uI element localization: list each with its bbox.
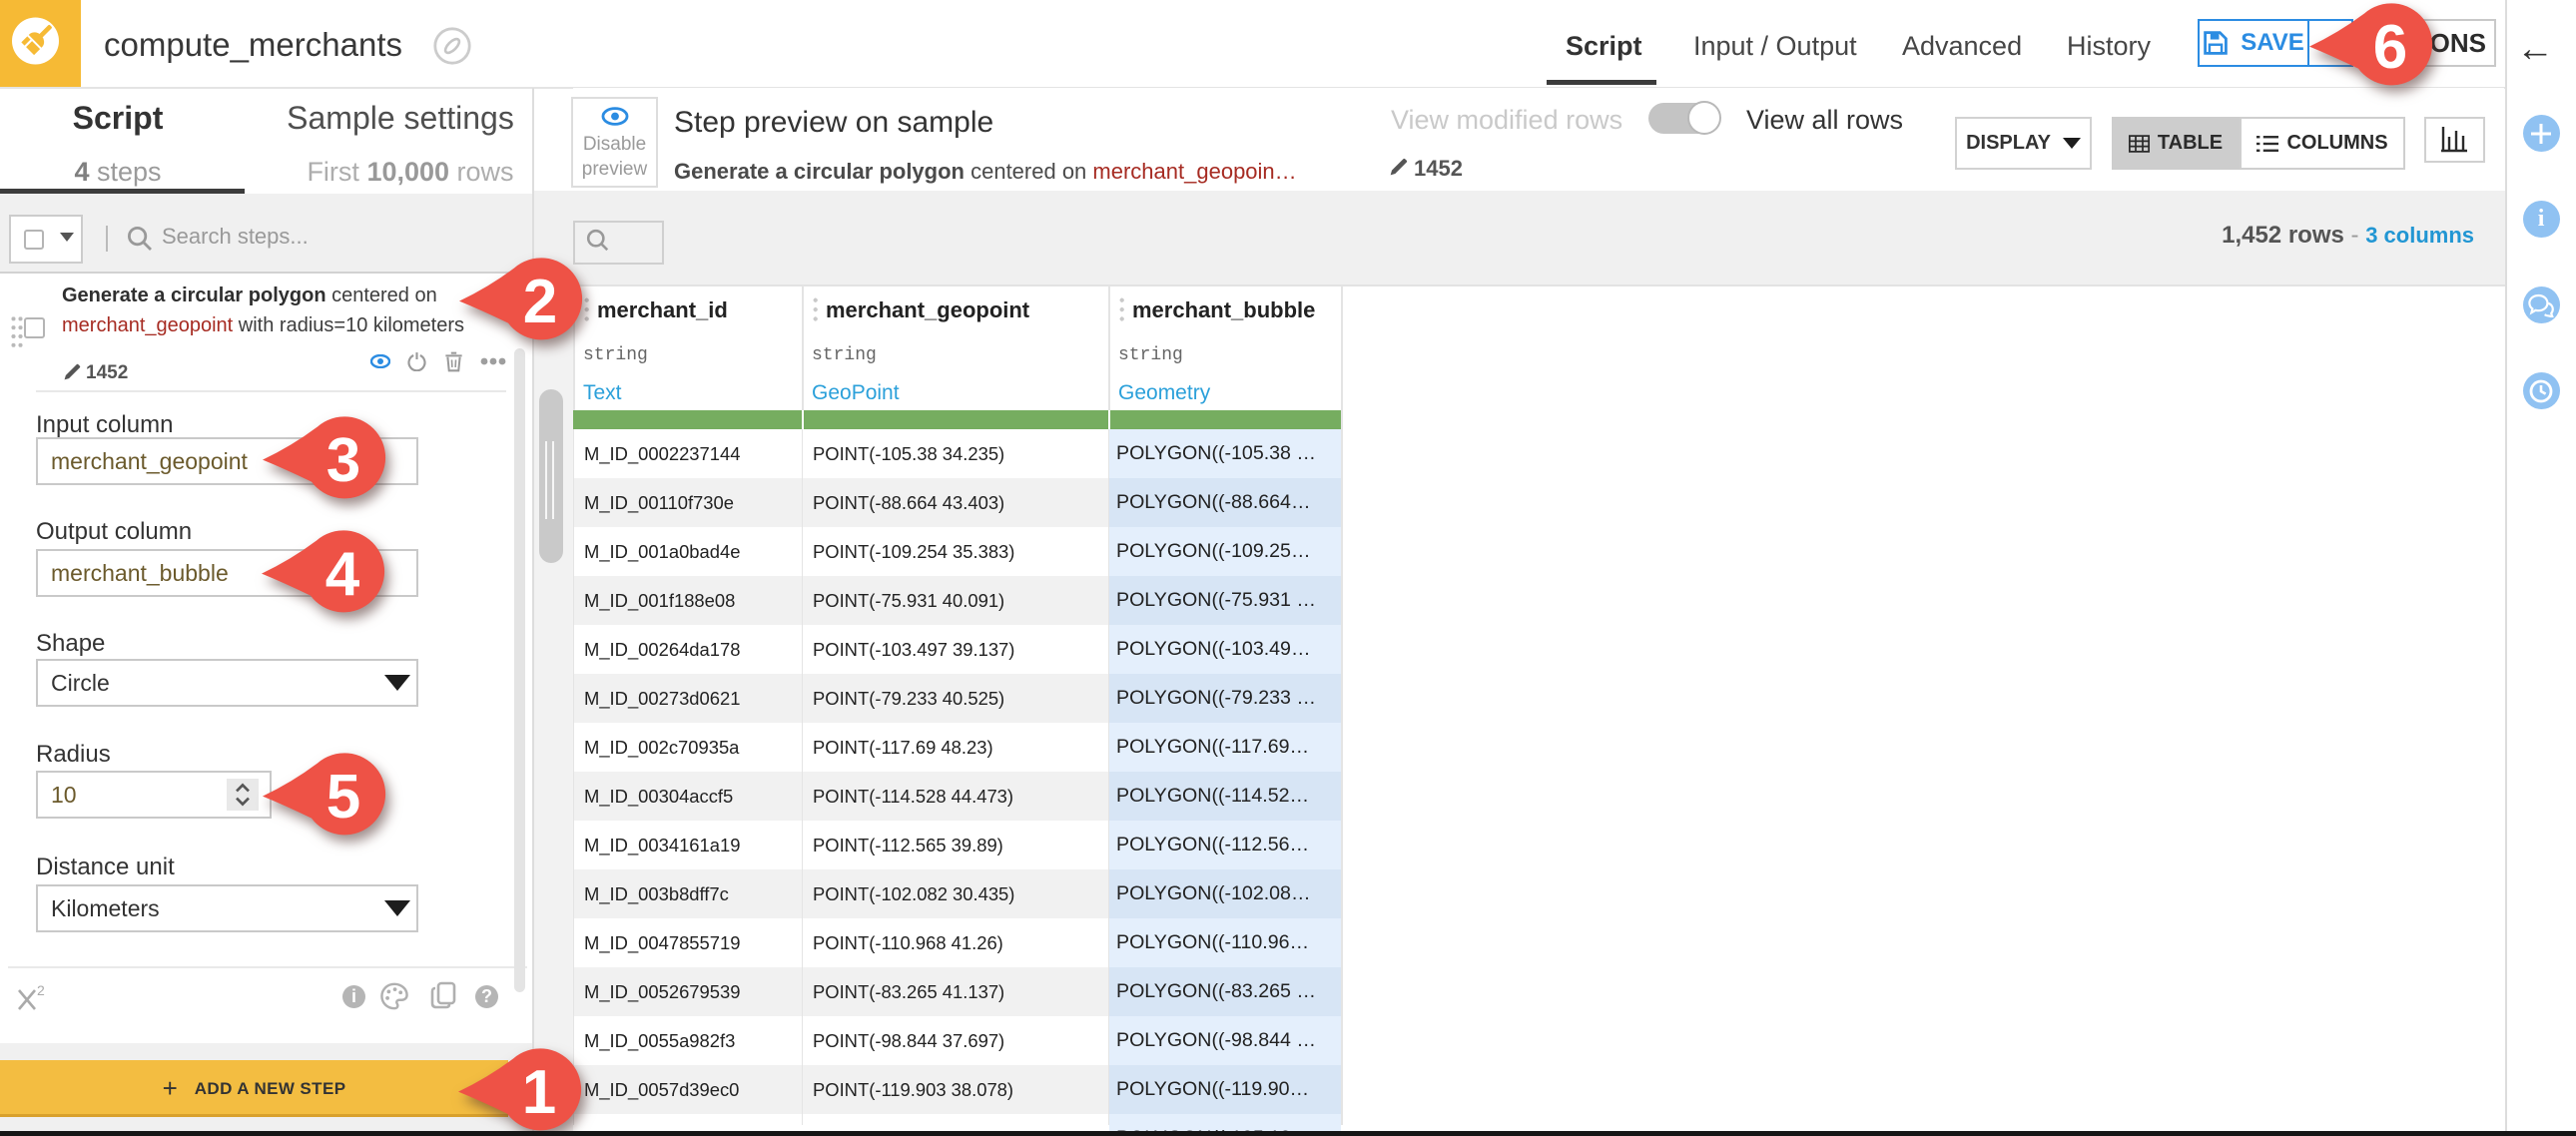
svg-text:4: 4 bbox=[325, 540, 360, 609]
svg-text:1: 1 bbox=[522, 1058, 556, 1127]
svg-text:5: 5 bbox=[326, 763, 360, 832]
svg-text:2: 2 bbox=[37, 982, 45, 998]
svg-text:3: 3 bbox=[326, 426, 360, 495]
svg-text:6: 6 bbox=[2373, 13, 2407, 82]
svg-text:2: 2 bbox=[523, 268, 557, 336]
